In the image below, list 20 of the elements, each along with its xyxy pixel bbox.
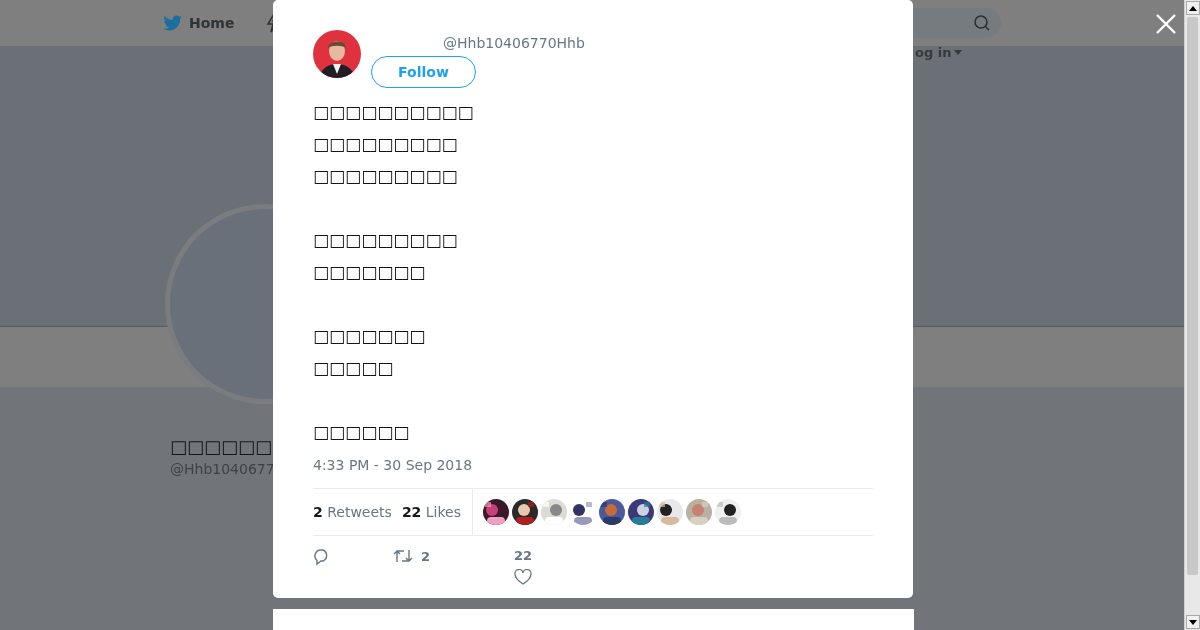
retweet-icon: [393, 548, 413, 564]
stat-link[interactable]: 22 Likes: [401, 504, 461, 520]
caret-icon: [954, 50, 963, 55]
scrollbar[interactable]: [1184, 0, 1200, 630]
retweet-button[interactable]: 2: [393, 548, 431, 564]
stat-link[interactable]: 2 Retweets: [313, 504, 392, 520]
tweet-text: □□□□□□□□□□ □□□□□□□□□ □□□□□□□□□ □□□□□□□□□ □□□□□□□ □□□□□□□ □□□□□ □□□□□□: [313, 101, 474, 444]
up-arrow-icon[interactable]: [1189, 5, 1197, 11]
down-arrow-icon[interactable]: [1189, 619, 1197, 625]
search-icon: [973, 14, 991, 32]
home-link[interactable]: Home: [163, 14, 235, 32]
like-button[interactable]: 22: [502, 548, 533, 585]
scrollbar-thumb[interactable]: [1187, 17, 1198, 575]
heart-icon: [514, 569, 533, 585]
profile-name: □□□□□□: [170, 436, 273, 457]
close-icon[interactable]: [1156, 14, 1176, 34]
bird-icon: [163, 14, 183, 32]
tweet-timestamp: 4:33 PM - 30 Sep 2018: [313, 456, 474, 474]
user-handle: @Hhb10406770Hhb: [443, 35, 585, 51]
follow-button[interactable]: Follow: [371, 56, 476, 88]
